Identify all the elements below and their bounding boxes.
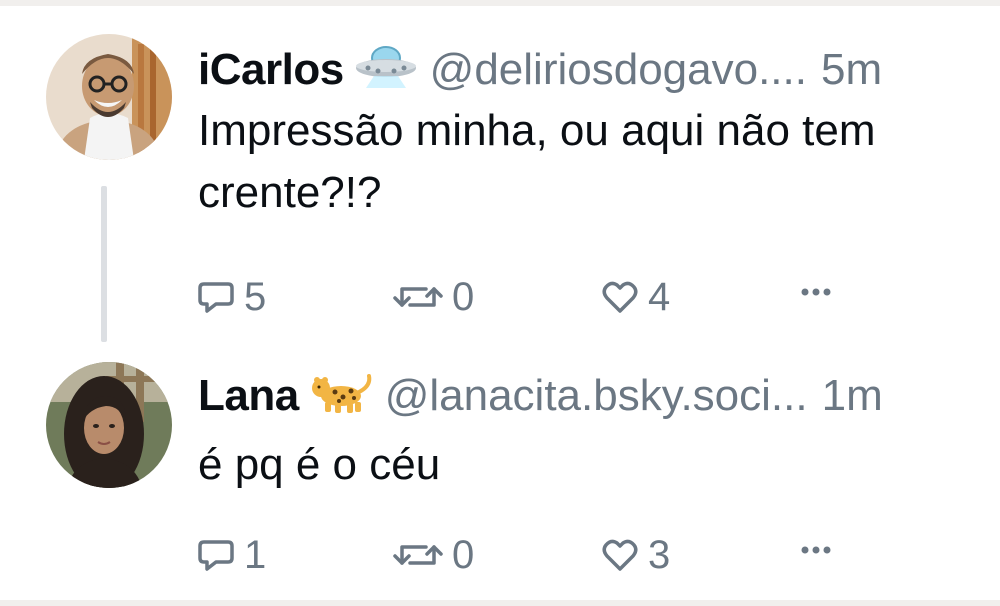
post-time[interactable]: 1m <box>822 370 883 422</box>
heart-icon <box>602 281 638 313</box>
author-handle[interactable]: @deliriosdogavo.... <box>430 44 807 96</box>
repost-arrows-icon <box>393 287 443 307</box>
repost-button[interactable]: 0 <box>392 530 474 580</box>
post-icarlos[interactable]: iCarlos @deliriosdogavo.... 5m Impressão… <box>0 6 1000 342</box>
reply-button[interactable]: 1 <box>196 530 266 580</box>
ellipsis-icon <box>801 288 831 296</box>
thread-connector-line <box>101 186 107 342</box>
post-header: iCarlos @deliriosdogavo.... 5m <box>198 40 882 96</box>
ellipsis-icon <box>801 546 831 554</box>
repost-arrows-icon <box>393 545 443 565</box>
avatar-lana[interactable] <box>46 362 172 488</box>
avatar-icarlos[interactable] <box>46 34 172 160</box>
repost-count: 0 <box>452 533 475 577</box>
like-button[interactable]: 3 <box>600 530 670 580</box>
post-text: Impressão minha, ou aqui não tem crente?… <box>198 106 876 217</box>
reply-count: 5 <box>244 275 267 319</box>
leopard-emoji-icon <box>309 370 373 414</box>
author-name[interactable]: Lana <box>198 370 299 422</box>
author-name[interactable]: iCarlos <box>198 44 344 96</box>
repost-button[interactable]: 0 <box>392 272 474 322</box>
reply-button[interactable]: 5 <box>196 272 266 322</box>
feed-card: iCarlos @deliriosdogavo.... 5m Impressão… <box>0 6 1000 600</box>
post-header: Lana @lanacita.bsky.soci... 1m <box>198 366 883 422</box>
ufo-emoji-icon <box>354 44 418 88</box>
author-handle[interactable]: @lanacita.bsky.soci... <box>385 370 808 422</box>
post-actions: 5 0 4 <box>196 272 856 322</box>
like-count: 4 <box>648 275 671 319</box>
post-lana[interactable]: Lana @lanacita.bsky.soci... 1m é pq é o … <box>0 342 1000 600</box>
post-actions: 1 0 3 <box>196 530 856 580</box>
reply-count: 1 <box>244 533 267 577</box>
heart-icon <box>602 539 638 571</box>
post-time[interactable]: 5m <box>821 44 882 96</box>
post-text: é pq é o céu <box>198 440 441 489</box>
like-count: 3 <box>648 533 671 577</box>
like-button[interactable]: 4 <box>600 272 670 322</box>
more-options-button[interactable] <box>796 272 836 312</box>
speech-bubble-icon <box>198 282 234 313</box>
more-options-button[interactable] <box>796 530 836 570</box>
speech-bubble-icon <box>198 540 234 571</box>
repost-count: 0 <box>452 275 475 319</box>
